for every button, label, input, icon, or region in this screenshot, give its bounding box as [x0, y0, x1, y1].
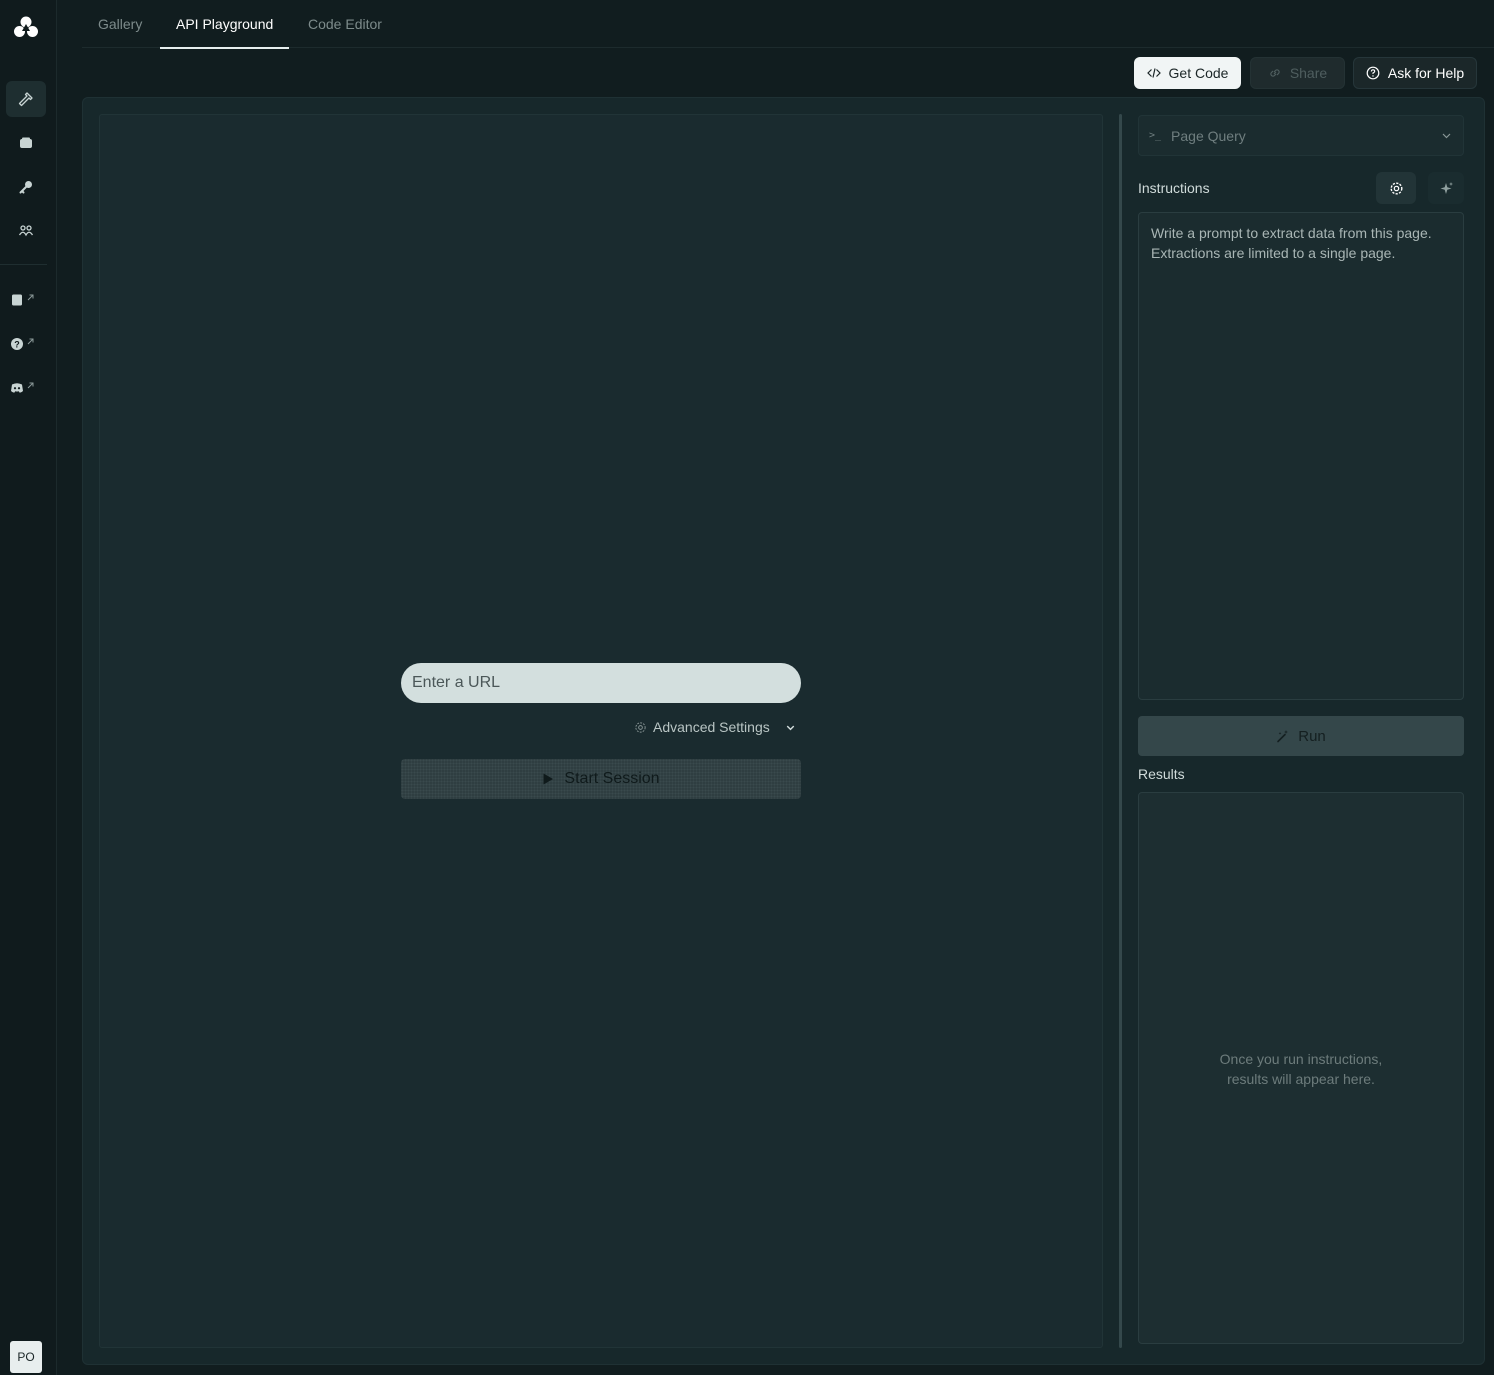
- gear-icon: [635, 721, 646, 733]
- box-icon: [20, 137, 32, 148]
- help-circle-icon: [1366, 66, 1380, 80]
- external-link-icon: [27, 294, 34, 300]
- tab-code-editor[interactable]: Code Editor: [308, 0, 382, 48]
- advanced-settings-label: Advanced Settings: [653, 719, 770, 735]
- code-icon: [1146, 68, 1161, 78]
- users-icon: [18, 225, 34, 237]
- results-label: Results: [1138, 766, 1185, 782]
- get-code-label: Get Code: [1168, 65, 1229, 81]
- terminal-icon: >_: [1149, 130, 1162, 141]
- run-label: Run: [1298, 727, 1326, 745]
- logo-icon[interactable]: [13, 15, 39, 39]
- question-circle-icon: ?: [11, 338, 23, 350]
- tab-api-playground[interactable]: API Playground: [160, 0, 290, 49]
- browser-viewport: [99, 114, 1103, 1348]
- hammer-icon: [18, 92, 33, 107]
- ask-for-help-button[interactable]: Ask for Help: [1353, 57, 1477, 89]
- sidebar-link-help[interactable]: ?: [10, 332, 42, 356]
- magic-wand-icon: [1277, 730, 1289, 743]
- share-label: Share: [1289, 65, 1328, 81]
- run-button[interactable]: Run: [1138, 716, 1464, 756]
- chevron-down-icon: [1442, 133, 1451, 139]
- sidebar-divider: [0, 264, 47, 265]
- results-empty-line-2: results will appear here.: [1227, 1071, 1375, 1087]
- sidebar-item-api-keys[interactable]: [6, 169, 46, 205]
- generate-prompt-button[interactable]: [1428, 172, 1464, 204]
- advanced-settings-toggle[interactable]: Advanced Settings: [634, 716, 797, 738]
- gear-icon: [1389, 181, 1403, 195]
- sidebar-item-team[interactable]: [6, 213, 46, 249]
- resize-handle[interactable]: [1119, 114, 1122, 1348]
- sidebar-item-sessions[interactable]: [6, 125, 46, 161]
- share-button[interactable]: Share: [1250, 57, 1345, 89]
- avatar[interactable]: PO: [10, 1341, 42, 1373]
- svg-text:?: ?: [14, 340, 20, 350]
- sparkle-icon: [1440, 181, 1453, 194]
- sidebar-item-build[interactable]: [6, 81, 46, 117]
- play-icon: [543, 773, 554, 785]
- external-link-icon: [27, 338, 34, 344]
- start-session-button[interactable]: Start Session: [401, 759, 801, 799]
- sidebar-link-docs[interactable]: [10, 288, 42, 312]
- sidebar-link-discord[interactable]: [10, 376, 42, 400]
- discord-icon: [11, 383, 23, 393]
- start-session-label: Start Session: [564, 770, 660, 787]
- link-icon: [1270, 69, 1280, 77]
- ask-for-help-label: Ask for Help: [1387, 65, 1465, 81]
- key-icon: [19, 181, 32, 194]
- tab-bar: Gallery API Playground Code Editor: [82, 0, 1494, 49]
- sidebar: ? PO: [0, 0, 57, 1375]
- results-empty-line-1: Once you run instructions,: [1219, 1051, 1383, 1067]
- external-link-icon: [27, 382, 34, 388]
- query-mode-label: Page Query: [1171, 127, 1246, 144]
- instructions-label: Instructions: [1138, 180, 1210, 196]
- tab-gallery[interactable]: Gallery: [98, 0, 142, 48]
- results-panel: Once you run instructions, results will …: [1138, 792, 1464, 1344]
- instructions-textarea[interactable]: [1138, 212, 1464, 700]
- book-icon: [12, 294, 22, 306]
- get-code-button[interactable]: Get Code: [1134, 57, 1241, 89]
- query-mode-select[interactable]: >_ Page Query: [1138, 115, 1464, 156]
- chevron-down-icon: [786, 725, 794, 730]
- results-empty-state: Once you run instructions, results will …: [1139, 1049, 1463, 1089]
- instructions-settings-button[interactable]: [1376, 172, 1416, 204]
- url-input[interactable]: [401, 663, 801, 703]
